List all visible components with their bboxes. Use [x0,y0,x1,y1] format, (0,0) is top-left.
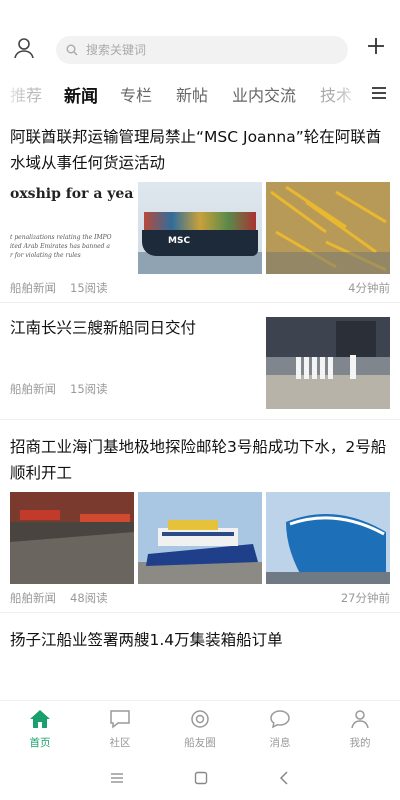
recent-apps-icon[interactable] [110,772,124,784]
article-title[interactable]: 阿联酋联邦运输管理局禁止“MSC Joanna”轮在阿联酋水域从事任何货运活动 [10,118,390,176]
search-bar[interactable] [56,36,348,64]
search-icon [66,44,78,56]
article-image-ship-bow [266,492,390,584]
compass-icon [191,710,209,728]
news-feed[interactable]: 阿联酋联邦运输管理局禁止“MSC Joanna”轮在阿联酋水域从事任何货运活动 … [0,118,400,696]
back-icon[interactable] [278,771,290,785]
image-caption-line: t penalizations relating the IMPO [10,234,112,241]
article-item[interactable]: 江南长兴三艘新船同日交付 船舶新闻 15阅读 [0,303,400,420]
article-time: 4分钟前 [348,281,390,295]
image-caption-line: ited Arab Emirates has banned a [10,243,110,250]
article-image-cruise-launch [138,492,262,584]
nav-me-label: 我的 [349,737,371,749]
system-nav-bar [0,756,400,800]
search-input[interactable] [84,42,328,58]
nav-home[interactable]: 首页 [0,701,80,757]
tab-fade-right [334,76,364,112]
article-title[interactable]: 江南长兴三艘新船同日交付 [10,309,266,341]
article-views: 48阅读 [70,591,108,605]
article-image-delivery-ceremony [266,317,390,409]
message-icon [270,710,290,729]
tab-news[interactable]: 新闻 [64,82,98,107]
article-source: 船舶新闻 [10,281,56,295]
nav-community[interactable]: 社区 [80,701,160,757]
image-caption-line: r for violating the rules [10,252,81,259]
article-views: 15阅读 [70,281,108,295]
person-icon [351,710,369,729]
nav-shipmates-label: 船友圈 [184,737,216,749]
tab-columns[interactable]: 专栏 [120,82,152,106]
category-tabs: 推荐 新闻 专栏 新帖 业内交流 技术 [0,76,400,112]
add-icon[interactable] [364,34,388,58]
article-source: 船舶新闻 [10,591,56,605]
tab-fade-left [0,76,28,112]
article-image-steel-cutting [10,492,134,584]
nav-community-label: 社区 [109,737,131,749]
article-time: 27分钟前 [340,591,390,605]
nav-messages[interactable]: 消息 [240,701,320,757]
home-square-icon[interactable] [194,771,208,785]
article-image-text-clip: oxship for a year o t penalizations rela… [10,182,134,274]
nav-shipmates[interactable]: 船友圈 [160,701,240,757]
image-headline-text: oxship for a year o [10,186,134,202]
nav-messages-label: 消息 [269,737,291,749]
article-item[interactable]: 阿联酋联邦运输管理局禁止“MSC Joanna”轮在阿联酋水域从事任何货运活动 … [0,118,400,303]
tab-industry-exchange[interactable]: 业内交流 [232,82,296,106]
article-image-container-ship: MSC [138,182,262,274]
home-icon [30,710,50,728]
nav-home-label: 首页 [29,737,51,749]
nav-me[interactable]: 我的 [320,701,400,757]
bottom-nav: 首页 社区 船友圈 消息 我的 [0,700,400,757]
article-title[interactable]: 扬子江船业签署两艘1.4万集装箱船订单 [10,613,390,653]
menu-icon[interactable] [370,84,388,102]
article-source: 船舶新闻 [10,382,56,396]
user-icon[interactable] [12,36,36,60]
chat-square-icon [110,710,130,729]
article-image-port-cranes [266,182,390,274]
ship-brand-text: MSC [168,236,191,246]
top-bar [0,28,400,68]
article-views: 15阅读 [70,382,108,396]
tab-new-posts[interactable]: 新帖 [176,82,208,106]
article-item[interactable]: 扬子江船业签署两艘1.4万集装箱船订单 [0,613,400,653]
article-item[interactable]: 招商工业海门基地极地探险邮轮3号船成功下水，2号船顺利开工 船舶新闻 48阅读 … [0,420,400,613]
article-title[interactable]: 招商工业海门基地极地探险邮轮3号船成功下水，2号船顺利开工 [10,420,390,486]
